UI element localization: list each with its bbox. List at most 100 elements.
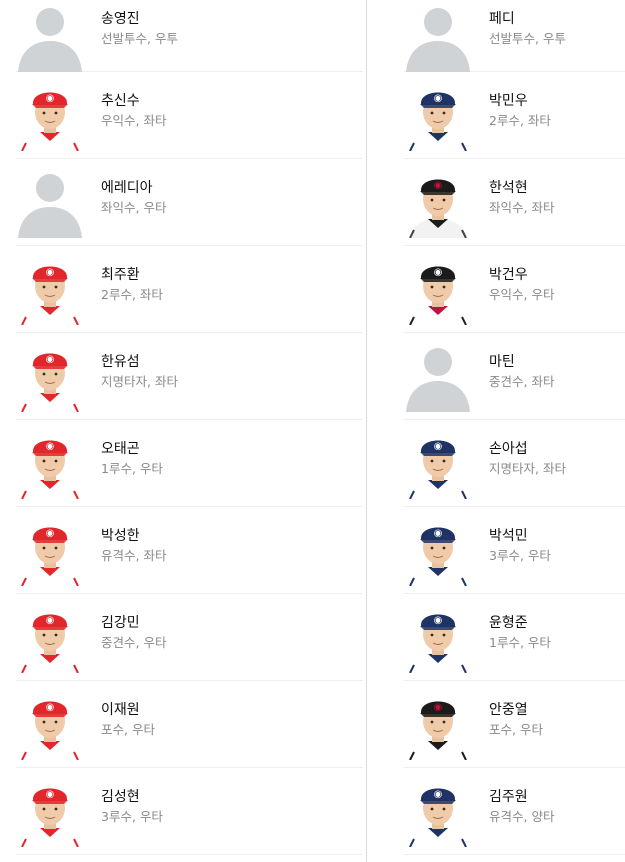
player-info: 안중열 포수, 우타 [489, 700, 543, 739]
svg-text:◉: ◉ [434, 180, 443, 191]
player-photo[interactable]: ◉ [16, 427, 84, 499]
player-position-hand: 중견수, 우타 [101, 635, 167, 650]
svg-text:◉: ◉ [434, 789, 443, 800]
player-row[interactable]: ◉ 오태곤 1루수, 우타 [16, 420, 363, 507]
player-name[interactable]: 송영진 [101, 9, 178, 29]
player-row[interactable]: ◉ 박건우우익수, 우타 [404, 246, 625, 333]
player-row[interactable]: ◉ 박석민 3루수, 우타 [404, 507, 625, 594]
player-position-hand: 우익수, 우타 [489, 287, 555, 302]
svg-text:◉: ◉ [46, 93, 55, 104]
svg-text:◉: ◉ [46, 441, 55, 452]
player-name[interactable]: 페디 [489, 9, 566, 29]
player-row[interactable]: 에레디아 좌익수, 우타 [16, 159, 363, 246]
svg-text:◉: ◉ [434, 528, 443, 539]
player-row[interactable]: ◉ 이재원포수, 우타 [16, 681, 363, 768]
player-name[interactable]: 최주환 [101, 265, 163, 285]
player-info: 박석민 3루수, 우타 [489, 526, 551, 565]
player-photo[interactable]: ◉ [16, 775, 84, 847]
player-row[interactable]: ◉ 손아섭 지명타자, 좌타 [404, 420, 625, 507]
player-placeholder-icon[interactable] [404, 340, 472, 412]
player-photo[interactable]: ◉ [16, 514, 84, 586]
player-photo[interactable]: ◉ [404, 775, 472, 847]
player-row[interactable]: ◉ 박민우 2루수, 좌타 [404, 72, 625, 159]
player-photo[interactable]: ◉ [404, 688, 472, 760]
svg-text:◉: ◉ [46, 267, 55, 278]
player-photo[interactable]: ◉ [16, 340, 84, 412]
player-photo[interactable]: ◉ [404, 166, 472, 238]
player-name[interactable]: 윤형준 [489, 613, 551, 633]
player-row[interactable]: ◉ 김강민중견수, 우타 [16, 594, 363, 681]
player-info: 에레디아 좌익수, 우타 [101, 178, 166, 217]
player-placeholder-icon[interactable] [16, 166, 84, 238]
player-row[interactable]: ◉ 김성현 3루수, 우타 [16, 768, 363, 855]
player-info: 한석현 좌익수, 좌타 [489, 178, 554, 217]
player-position-hand: 포수, 우타 [101, 722, 155, 737]
player-name[interactable]: 한유섬 [101, 352, 178, 372]
player-row[interactable]: ◉ 김주원유격수, 양타 [404, 768, 625, 855]
player-position-hand: 우익수, 좌타 [101, 113, 167, 128]
player-name[interactable]: 오태곤 [101, 439, 163, 459]
player-name[interactable]: 마틴 [489, 352, 554, 372]
player-row[interactable]: ◉ 추신수우익수, 좌타 [16, 72, 363, 159]
player-row[interactable]: 마틴중견수, 좌타 [404, 333, 625, 420]
player-row[interactable]: 송영진선발투수, 우투 [16, 0, 363, 72]
player-name[interactable]: 김성현 [101, 787, 163, 807]
player-position-hand: 중견수, 좌타 [489, 374, 555, 389]
player-photo[interactable]: ◉ [404, 514, 472, 586]
player-name[interactable]: 한석현 [489, 178, 554, 198]
player-photo[interactable]: ◉ [16, 79, 84, 151]
player-photo[interactable]: ◉ [16, 601, 84, 673]
player-info: 손아섭 지명타자, 좌타 [489, 439, 566, 478]
player-info: 김주원유격수, 양타 [489, 787, 554, 826]
player-name[interactable]: 김주원 [489, 787, 554, 807]
player-name[interactable]: 김강민 [101, 613, 166, 633]
player-row[interactable]: ◉ 한석현 좌익수, 좌타 [404, 159, 625, 246]
player-info: 김성현 3루수, 우타 [101, 787, 163, 826]
player-position-hand: 유격수, 좌타 [101, 548, 167, 563]
svg-text:◉: ◉ [46, 528, 55, 539]
player-placeholder-icon[interactable] [404, 0, 472, 72]
player-name[interactable]: 손아섭 [489, 439, 566, 459]
player-photo[interactable]: ◉ [16, 253, 84, 325]
player-info: 오태곤 1루수, 우타 [101, 439, 163, 478]
player-name[interactable]: 에레디아 [101, 178, 166, 198]
player-position-hand: 2루수, 좌타 [489, 113, 551, 128]
player-name[interactable]: 추신수 [101, 91, 166, 111]
player-position-hand: 선발투수, 우투 [101, 31, 178, 46]
player-row[interactable]: ◉ 최주환 2루수, 좌타 [16, 246, 363, 333]
column-divider [366, 0, 367, 862]
away-lineup-column: 송영진 선발투수, 우투 ◉ 추신수 우익수, 좌타 에레디아 좌익수, 우타 ◉ 최주환 2루수… [0, 0, 363, 855]
player-info: 박건우우익수, 우타 [489, 265, 554, 304]
player-row[interactable]: ◉ 박성한유격수, 좌타 [16, 507, 363, 594]
player-photo[interactable]: ◉ [16, 688, 84, 760]
player-position-hand: 유격수, 양타 [489, 809, 555, 824]
player-name[interactable]: 이재원 [101, 700, 155, 720]
player-photo[interactable]: ◉ [404, 427, 472, 499]
player-info: 박성한유격수, 좌타 [101, 526, 166, 565]
svg-text:◉: ◉ [434, 93, 443, 104]
player-placeholder-icon[interactable] [16, 0, 84, 72]
player-info: 윤형준 1루수, 우타 [489, 613, 551, 652]
player-photo[interactable]: ◉ [404, 253, 472, 325]
player-info: 김강민중견수, 우타 [101, 613, 166, 652]
player-photo[interactable]: ◉ [404, 79, 472, 151]
player-position-hand: 선발투수, 우투 [489, 31, 566, 46]
player-name[interactable]: 박성한 [101, 526, 166, 546]
lineup-panel: 송영진선발투수, 우투 ◉ 추신수우익수, 좌타에레디아 좌익수, 우타 ◉ 최주환 2루수… [0, 0, 625, 862]
player-position-hand: 1루수, 우타 [489, 635, 551, 650]
player-row[interactable]: ◉ 안중열 포수, 우타 [404, 681, 625, 768]
player-name[interactable]: 박석민 [489, 526, 551, 546]
svg-text:◉: ◉ [46, 702, 55, 713]
player-row[interactable]: ◉ 한유섬지명타자, 좌타 [16, 333, 363, 420]
player-position-hand: 1루수, 우타 [101, 461, 163, 476]
player-info: 박민우 2루수, 좌타 [489, 91, 551, 130]
player-position-hand: 지명타자, 좌타 [101, 374, 178, 389]
player-name[interactable]: 박건우 [489, 265, 554, 285]
player-row[interactable]: ◉ 윤형준 1루수, 우타 [404, 594, 625, 681]
player-photo[interactable]: ◉ [404, 601, 472, 673]
player-info: 추신수우익수, 좌타 [101, 91, 166, 130]
player-name[interactable]: 박민우 [489, 91, 551, 111]
player-name[interactable]: 안중열 [489, 700, 543, 720]
home-lineup-column: 페디선발투수, 우투 ◉ 박민우 2루수, 좌타 ◉ 한석현 좌익수, 좌타 ◉ 박건우우익수,… [397, 0, 625, 855]
player-row[interactable]: 페디선발투수, 우투 [404, 0, 625, 72]
